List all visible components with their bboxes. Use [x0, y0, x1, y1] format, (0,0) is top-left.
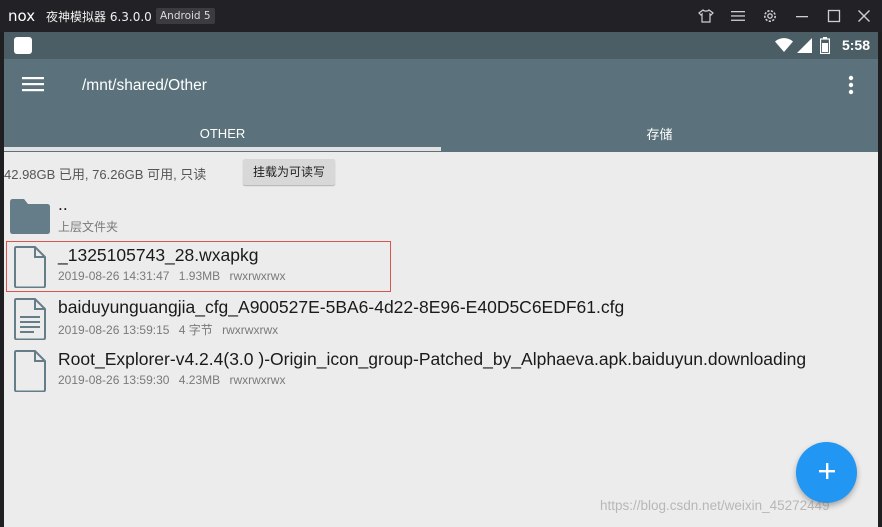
storage-info: 42.98GB 已用, 76.26GB 可用, 只读 — [4, 167, 207, 182]
notification-icon — [14, 37, 32, 54]
file-name: baiduyunguangjia_cfg_A900527E-5BA6-4d22-… — [58, 297, 625, 317]
close-icon[interactable] — [855, 7, 873, 25]
current-path: /mnt/shared/Other — [82, 77, 207, 94]
list-item-parent-folder[interactable]: .. 上层文件夹 — [4, 190, 878, 242]
overflow-menu-icon[interactable] — [848, 75, 868, 97]
wifi-icon — [775, 38, 793, 57]
mount-rw-button[interactable]: 挂载为可读写 — [243, 159, 336, 185]
file-name: Root_Explorer-v4.2.4(3.0 )-Origin_icon_g… — [58, 349, 807, 369]
file-meta: 上层文件夹 — [58, 220, 119, 234]
app-bar: /mnt/shared/Other OTHER 存储 — [4, 59, 878, 152]
active-tab-indicator — [4, 147, 441, 151]
file-name: .. — [58, 194, 68, 214]
nox-logo: nox — [8, 7, 36, 25]
shirt-icon[interactable] — [697, 7, 715, 25]
plus-icon — [818, 462, 836, 484]
menu-icon[interactable] — [729, 7, 747, 25]
emulator-title: 夜神模拟器 6.3.0.0 — [46, 10, 152, 24]
folder-icon — [10, 198, 50, 238]
tab-storage[interactable]: 存储 — [441, 114, 878, 152]
file-icon — [14, 350, 46, 396]
file-meta: 2019-08-26 13:59:15 4 字节 rwxrwxrwx — [58, 323, 279, 337]
list-item-file[interactable]: baiduyunguangjia_cfg_A900527E-5BA6-4d22-… — [4, 293, 878, 345]
android-screen: 5:58 /mnt/shared/Other OTHER 存储 42.98GB … — [4, 32, 878, 527]
selection-highlight — [6, 241, 391, 292]
gear-icon[interactable] — [761, 7, 779, 25]
signal-icon — [797, 38, 812, 57]
list-item-file[interactable]: Root_Explorer-v4.2.4(3.0 )-Origin_icon_g… — [4, 345, 878, 397]
hamburger-menu-icon[interactable] — [22, 75, 46, 97]
status-time: 5:58 — [841, 37, 870, 53]
watermark: https://blog.csdn.net/weixin_45272449 — [600, 498, 830, 513]
storage-info-row: 42.98GB 已用, 76.26GB 可用, 只读 挂载为可读写 — [4, 158, 878, 186]
add-button[interactable] — [796, 442, 857, 503]
emulator-window: nox 夜神模拟器 6.3.0.0 Android 5 5:58 /mnt/sh… — [0, 0, 882, 527]
emulator-title-bar: nox 夜神模拟器 6.3.0.0 Android 5 — [0, 0, 882, 32]
android-version-badge: Android 5 — [156, 8, 215, 24]
battery-icon — [819, 37, 831, 58]
file-meta: 2019-08-26 13:59:30 4.23MB rwxrwxrwx — [58, 373, 286, 387]
text-file-icon — [14, 298, 46, 344]
maximize-icon[interactable] — [825, 7, 843, 25]
status-bar: 5:58 — [4, 32, 878, 59]
minimize-icon[interactable] — [793, 7, 811, 25]
